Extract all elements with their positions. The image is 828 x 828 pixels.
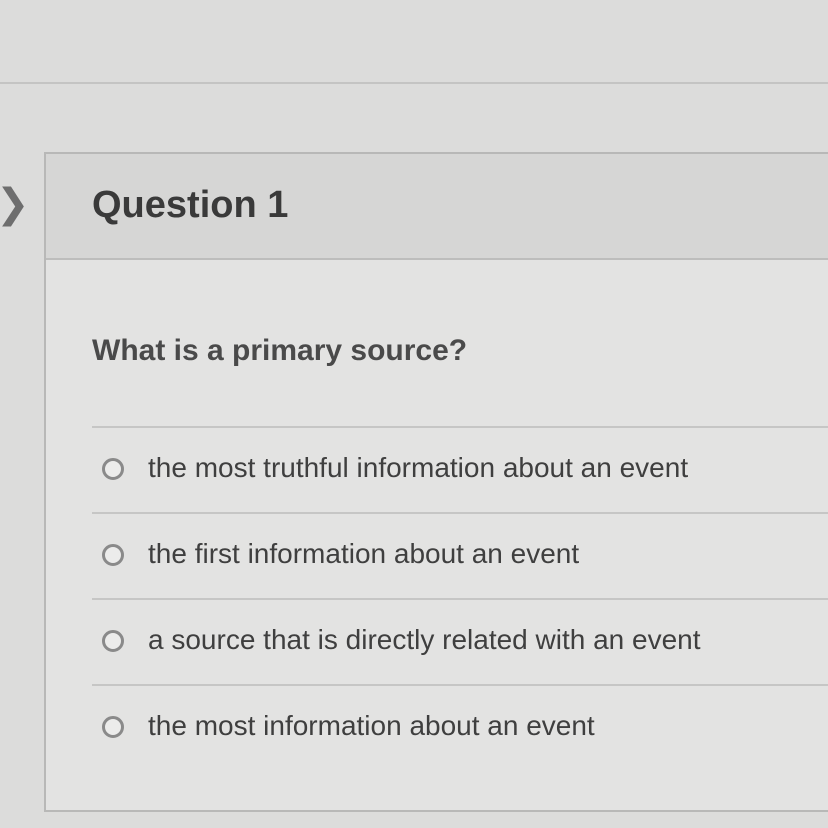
- radio-empty-icon[interactable]: [102, 716, 124, 738]
- answer-label: the most information about an event: [148, 710, 595, 741]
- chevron-right-icon[interactable]: ❯: [0, 182, 30, 226]
- radio-empty-icon[interactable]: [102, 544, 124, 566]
- answer-label: the first information about an event: [148, 538, 580, 569]
- answer-option-1[interactable]: the most truthful information about an e…: [92, 426, 828, 512]
- answer-label: a source that is directly related with a…: [148, 624, 701, 655]
- radio-empty-icon[interactable]: [102, 630, 124, 652]
- answer-options: the most truthful information about an e…: [92, 426, 828, 770]
- question-header: Question 1: [46, 154, 828, 260]
- answer-label: the most truthful information about an e…: [148, 452, 689, 483]
- answer-option-2[interactable]: the first information about an event: [92, 512, 828, 598]
- radio-empty-icon[interactable]: [102, 458, 124, 480]
- question-card: Question 1 What is a primary source? the…: [44, 152, 828, 812]
- question-title: Question 1: [92, 184, 289, 226]
- page-divider: [0, 82, 828, 84]
- question-prompt: What is a primary source?: [92, 334, 468, 367]
- answer-option-4[interactable]: the most information about an event: [92, 684, 828, 770]
- answer-option-3[interactable]: a source that is directly related with a…: [92, 598, 828, 684]
